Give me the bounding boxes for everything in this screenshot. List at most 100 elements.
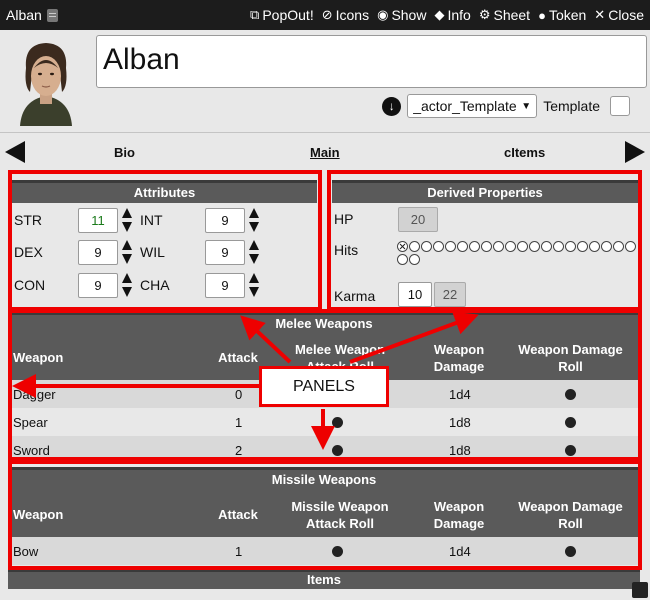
melee-col-attack-roll: Melee Weapon Attack Roll bbox=[294, 342, 386, 374]
action-label: Info bbox=[447, 7, 471, 23]
karma-label: Karma bbox=[334, 288, 376, 304]
spinner-arrows-icon[interactable] bbox=[122, 208, 132, 232]
hit-box[interactable] bbox=[613, 241, 624, 252]
token-button[interactable]: ● Token bbox=[538, 7, 586, 23]
gear-icon: ⚙ bbox=[478, 7, 491, 22]
attr-label-dex: DEX bbox=[14, 244, 43, 260]
resize-handle-icon[interactable] bbox=[632, 582, 648, 598]
attr-field-str[interactable]: 11 bbox=[78, 208, 118, 233]
hit-box[interactable] bbox=[553, 241, 564, 252]
icons-toggle-icon: ⊘ bbox=[321, 7, 333, 22]
weapon-damage: 1d4 bbox=[449, 544, 471, 559]
karma-max-field: 22 bbox=[434, 282, 466, 307]
attr-field-con[interactable]: 9 bbox=[78, 273, 118, 298]
spinner-arrows-icon[interactable] bbox=[249, 208, 259, 232]
template-checkbox[interactable] bbox=[610, 96, 630, 116]
missile-col-attack-roll: Missile Weapon Attack Roll bbox=[291, 499, 389, 531]
karma-field[interactable]: 10 bbox=[398, 282, 432, 307]
next-tab-arrow-icon[interactable] bbox=[625, 141, 645, 163]
window-title: Alban bbox=[6, 7, 42, 23]
template-select-value: _actor_Template bbox=[413, 98, 517, 114]
hit-box[interactable] bbox=[433, 241, 444, 252]
icons-button[interactable]: ⊘ Icons bbox=[322, 7, 369, 23]
attr-field-int[interactable]: 9 bbox=[205, 208, 245, 233]
sheet-header: Alban ↓ _actor_Template ▼ Template bbox=[0, 30, 650, 130]
hit-box[interactable] bbox=[397, 241, 408, 252]
titlebar-actions: ⧉ PopOut! ⊘ Icons ◉ Show ◆ Info ⚙ Sheet ● Token ✕ Clo… bbox=[250, 7, 644, 23]
tab-bio[interactable]: Bio bbox=[114, 145, 135, 160]
download-icon[interactable]: ↓ bbox=[382, 96, 402, 116]
hit-box[interactable] bbox=[469, 241, 480, 252]
info-button[interactable]: ◆ Info bbox=[434, 7, 470, 23]
attributes-title: Attributes bbox=[12, 180, 317, 203]
weapon-name: Bow bbox=[13, 544, 39, 559]
user-icon: ● bbox=[538, 7, 546, 23]
document-icon[interactable] bbox=[46, 8, 58, 22]
hit-box[interactable] bbox=[625, 241, 636, 252]
chevron-down-icon: ▼ bbox=[521, 100, 532, 112]
hit-box[interactable] bbox=[505, 241, 516, 252]
attr-field-wil[interactable]: 9 bbox=[205, 240, 245, 265]
spinner-arrows-icon[interactable] bbox=[249, 273, 259, 297]
hit-box[interactable] bbox=[409, 254, 420, 265]
eye-icon: ◉ bbox=[377, 7, 389, 22]
attr-field-cha[interactable]: 9 bbox=[205, 273, 245, 298]
action-label: PopOut! bbox=[262, 7, 314, 23]
hp-label: HP bbox=[334, 211, 354, 227]
tab-citems[interactable]: cItems bbox=[504, 145, 545, 160]
hit-box[interactable] bbox=[541, 241, 552, 252]
hit-box[interactable] bbox=[397, 254, 408, 265]
hit-box[interactable] bbox=[409, 241, 420, 252]
spinner-arrows-icon[interactable] bbox=[122, 240, 132, 264]
attr-label-wil: WIL bbox=[140, 244, 165, 260]
show-button[interactable]: ◉ Show bbox=[377, 7, 426, 23]
weapon-name: Sword bbox=[13, 443, 50, 458]
hit-box[interactable] bbox=[457, 241, 468, 252]
hit-box[interactable] bbox=[577, 241, 588, 252]
spinner-arrows-icon[interactable] bbox=[249, 240, 259, 264]
damage-roll-dice-icon[interactable] bbox=[565, 388, 576, 403]
melee-col-attack: Attack bbox=[218, 350, 258, 365]
hit-box[interactable] bbox=[481, 241, 492, 252]
damage-roll-dice-icon[interactable] bbox=[565, 545, 576, 560]
popout-icon: ⧉ bbox=[250, 7, 260, 22]
hit-box[interactable] bbox=[517, 241, 528, 252]
attack-roll-dice-icon[interactable] bbox=[332, 388, 343, 403]
attr-label-cha: CHA bbox=[140, 277, 170, 293]
attr-label-int: INT bbox=[140, 212, 163, 228]
hits-label: Hits bbox=[334, 242, 359, 258]
action-label: Sheet bbox=[493, 7, 531, 23]
spinner-arrows-icon[interactable] bbox=[122, 273, 132, 297]
tag-icon: ◆ bbox=[434, 7, 445, 22]
popout-button[interactable]: ⧉ PopOut! bbox=[250, 7, 314, 23]
attack-roll-dice-icon[interactable] bbox=[332, 444, 343, 459]
hit-box[interactable] bbox=[589, 241, 600, 252]
items-title: Items bbox=[8, 569, 640, 589]
missile-col-attack: Attack bbox=[218, 507, 258, 522]
damage-roll-dice-icon[interactable] bbox=[565, 416, 576, 431]
hit-box[interactable] bbox=[601, 241, 612, 252]
close-button[interactable]: ✕ Close bbox=[594, 7, 644, 23]
previous-tab-arrow-icon[interactable] bbox=[5, 141, 25, 163]
weapon-damage: 1d4 bbox=[449, 387, 471, 402]
weapon-damage: 1d8 bbox=[449, 443, 471, 458]
sheet-button[interactable]: ⚙ Sheet bbox=[479, 7, 530, 23]
character-portrait[interactable] bbox=[0, 34, 92, 126]
weapon-name: Dagger bbox=[13, 387, 56, 402]
damage-roll-dice-icon[interactable] bbox=[565, 444, 576, 459]
attack-roll-dice-icon[interactable] bbox=[332, 545, 343, 560]
hit-box[interactable] bbox=[445, 241, 456, 252]
tab-nav: Bio Main cItems bbox=[0, 132, 650, 170]
missile-col-weapon: Weapon bbox=[13, 507, 64, 522]
hit-box[interactable] bbox=[493, 241, 504, 252]
template-select[interactable]: _actor_Template ▼ bbox=[407, 94, 538, 118]
missile-header-row: Weapon Attack Missile Weapon Attack Roll… bbox=[8, 491, 640, 537]
tab-main[interactable]: Main bbox=[310, 145, 340, 160]
attack-roll-dice-icon[interactable] bbox=[332, 416, 343, 431]
hit-box[interactable] bbox=[529, 241, 540, 252]
action-label: Close bbox=[608, 7, 644, 23]
character-name-field[interactable]: Alban bbox=[96, 35, 647, 88]
hit-box[interactable] bbox=[565, 241, 576, 252]
attr-field-dex[interactable]: 9 bbox=[78, 240, 118, 265]
hit-box[interactable] bbox=[421, 241, 432, 252]
